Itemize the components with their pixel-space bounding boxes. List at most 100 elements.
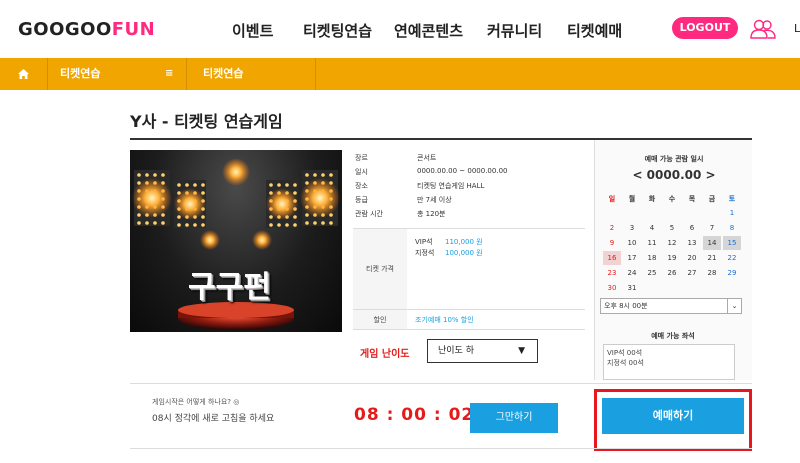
calendar-day[interactable]: 9: [603, 236, 621, 250]
calendar-day[interactable]: 15: [723, 236, 741, 250]
time-selected-value: 오후 8시 00분: [604, 302, 648, 310]
poster-light-dot: [193, 183, 197, 187]
calendar-day[interactable]: 22: [723, 251, 741, 265]
countdown-timer: 08 : 00 : 02: [354, 405, 475, 425]
poster-text: 구구펀: [188, 270, 271, 305]
nav-item-event[interactable]: 이벤트: [232, 20, 273, 41]
poster-light-dot: [269, 223, 273, 227]
poster-light-dot: [201, 223, 205, 227]
calendar-day[interactable]: 29: [723, 266, 741, 280]
event-poster: 구구펀: [130, 150, 342, 332]
calendar-month-nav[interactable]: < 0000.00 >: [595, 168, 753, 182]
home-button[interactable]: [0, 58, 48, 90]
poster-light-dot: [321, 173, 325, 177]
poster-light-dot: [277, 223, 281, 227]
nav-item-ticket-booking[interactable]: 티켓예매: [567, 20, 622, 41]
calendar-day[interactable]: 17: [623, 251, 641, 265]
calendar-day[interactable]: 6: [683, 221, 701, 235]
nav-item-entertainment[interactable]: 연예콘텐츠: [394, 20, 463, 41]
weekday-thu: 목: [688, 195, 696, 203]
calendar-day[interactable]: 23: [603, 266, 621, 280]
time-select[interactable]: 오후 8시 00분 ⌄: [600, 298, 742, 314]
calendar-day[interactable]: 21: [703, 251, 721, 265]
calendar-day[interactable]: 7: [703, 221, 721, 235]
available-seats-box: VIP석 00석 지정석 00석: [603, 344, 735, 380]
users-icon[interactable]: [750, 18, 776, 40]
poster-light-dot: [293, 223, 297, 227]
poster-light-dot: [329, 221, 333, 225]
stop-button[interactable]: 그만하기: [470, 403, 558, 433]
poster-light-dot: [285, 183, 289, 187]
seat-line-reserved: 지정석 00석: [607, 359, 644, 367]
calendar-day[interactable]: 16: [603, 251, 621, 265]
poster-light-dot: [161, 173, 165, 177]
calendar-day[interactable]: 27: [683, 266, 701, 280]
price-value-reserved: 100,000 원: [445, 249, 483, 257]
poster-light-dot: [305, 173, 309, 177]
book-button[interactable]: 예매하기: [602, 398, 744, 434]
calendar-day[interactable]: 28: [703, 266, 721, 280]
weekday-sun: 일: [608, 195, 616, 203]
chevron-down-icon: ⌄: [727, 299, 741, 313]
calendar-day[interactable]: 25: [643, 266, 661, 280]
poster-light-dot: [321, 221, 325, 225]
calendar-day[interactable]: 5: [663, 221, 681, 235]
info-value: 콘서트: [417, 154, 437, 162]
poster-light-dot: [137, 221, 141, 225]
calendar-title: 예매 가능 관람 일시: [644, 155, 704, 163]
difficulty-select[interactable]: 난이도 하 ▼: [427, 339, 538, 363]
nav-item-community[interactable]: 커뮤니티: [487, 20, 542, 41]
calendar-day[interactable]: 13: [683, 236, 701, 250]
calendar-day[interactable]: 1: [723, 206, 741, 220]
info-label: 관람 시간: [355, 210, 383, 218]
breadcrumb-item-2[interactable]: 티켓연습: [187, 58, 316, 90]
info-label: 장소: [355, 182, 368, 190]
breadcrumb-item-1-label: 티켓연습: [60, 67, 101, 80]
poster-light-dot: [313, 221, 317, 225]
seat-line-vip: VIP석 00석: [607, 349, 643, 357]
available-seats-title: 예매 가능 좌석: [651, 332, 695, 340]
calendar-day[interactable]: 14: [703, 236, 721, 250]
calendar-day[interactable]: 18: [643, 251, 661, 265]
weekday-tue: 화: [648, 195, 656, 203]
calendar-day[interactable]: 20: [683, 251, 701, 265]
poster-light-dot: [137, 173, 141, 177]
calendar-day[interactable]: 10: [623, 236, 641, 250]
calendar-day[interactable]: 19: [663, 251, 681, 265]
poster-light-dot: [193, 223, 197, 227]
info-label: 일시: [355, 168, 368, 176]
info-value: 만 7세 이상: [417, 196, 452, 204]
top-navigation-bar: GOOGOOFUN 이벤트 티켓팅연습 연예콘텐츠 커뮤니티 티켓예매 LOGO…: [0, 0, 800, 58]
game-start-help[interactable]: 게임시작은 어떻게 하나요? ◎: [152, 397, 239, 407]
site-logo[interactable]: GOOGOOFUN: [18, 19, 155, 40]
calendar-day[interactable]: 30: [603, 281, 621, 295]
calendar-day[interactable]: 2: [603, 221, 621, 235]
poster-light-dot: [153, 221, 157, 225]
nav-item-ticketing-practice[interactable]: 티켓팅연습: [303, 20, 372, 41]
calendar-day[interactable]: 26: [663, 266, 681, 280]
price-value-vip: 110,000 원: [445, 238, 483, 246]
poster-light-dot: [201, 215, 205, 219]
page-title: Y사 - 티켓팅 연습게임: [130, 112, 283, 131]
poster-light-dot: [329, 173, 333, 177]
poster-light-dot: [145, 221, 149, 225]
calendar-day[interactable]: 8: [723, 221, 741, 235]
price-seat-reserved: 지정석: [415, 249, 435, 257]
calendar-day[interactable]: 3: [623, 221, 641, 235]
breadcrumb-item-1[interactable]: 티켓연습 ≡: [48, 58, 187, 90]
calendar-day[interactable]: 4: [643, 221, 661, 235]
info-value: 0000.00.00 ~ 0000.00.00: [417, 167, 508, 175]
game-start-instruction: 08시 정각에 새로 고침을 하세요: [152, 414, 275, 424]
poster-light-dot: [161, 221, 165, 225]
poster-light-dot: [177, 183, 181, 187]
info-label: 장르: [355, 154, 368, 162]
poster-light-dot: [185, 223, 189, 227]
logout-button[interactable]: LOGOUT: [672, 17, 738, 39]
calendar-day[interactable]: 24: [623, 266, 641, 280]
calendar-day[interactable]: 12: [663, 236, 681, 250]
ticket-price-section: 티켓 가격 VIP석 110,000 원 지정석 100,000 원: [353, 228, 585, 310]
calendar-day[interactable]: 31: [623, 281, 641, 295]
ticket-price-label: 티켓 가격: [353, 229, 407, 309]
calendar-day[interactable]: 11: [643, 236, 661, 250]
poster-light-dot: [313, 173, 317, 177]
